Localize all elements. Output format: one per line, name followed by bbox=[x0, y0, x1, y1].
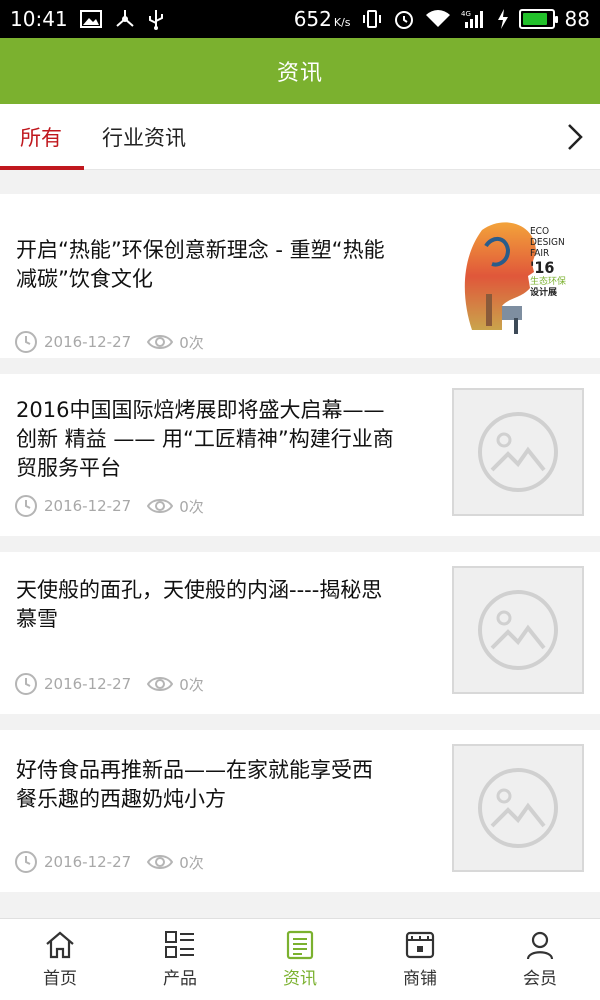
image-placeholder-icon bbox=[478, 590, 558, 670]
clock-icon bbox=[15, 851, 37, 873]
share-icon bbox=[114, 7, 136, 31]
image-placeholder-icon bbox=[478, 768, 558, 848]
network-speed-unit: K/s bbox=[333, 16, 351, 29]
article-title: 开启“热能”环保创意新理念 - 重塑“热能 减碳”饮食文化 bbox=[16, 238, 385, 291]
vibrate-icon bbox=[361, 7, 383, 31]
article-date: 2016-12-27 bbox=[44, 333, 132, 351]
app-header: 资讯 bbox=[0, 38, 600, 104]
article-views: 0次 bbox=[179, 675, 204, 694]
nav-member[interactable]: 会员 bbox=[480, 919, 600, 1000]
tab-all[interactable]: 所有 bbox=[0, 104, 84, 170]
user-icon bbox=[526, 931, 554, 960]
article-date: 2016-12-27 bbox=[44, 497, 132, 515]
article-title: 好侍食品再推新品——在家就能享受西 餐乐趣的西趣奶炖小方 bbox=[16, 758, 373, 811]
article-meta: 2016-12-27 0次 bbox=[14, 672, 204, 696]
article-meta: 2016-12-27 0次 bbox=[14, 494, 204, 518]
article-thumbnail bbox=[452, 566, 584, 694]
chevron-right-icon bbox=[568, 123, 583, 150]
battery-percent: 88 bbox=[564, 7, 590, 31]
eye-icon bbox=[147, 677, 174, 691]
category-tabs: 所有 行业资讯 bbox=[0, 104, 600, 170]
tabs-more-button[interactable] bbox=[550, 104, 600, 170]
status-time: 10:41 bbox=[10, 7, 68, 31]
article-views: 0次 bbox=[179, 497, 204, 516]
eye-icon bbox=[147, 855, 174, 869]
grid-list-icon bbox=[165, 931, 194, 958]
alarm-icon bbox=[393, 7, 415, 31]
bottom-nav: 首页 产品 资讯 商铺 会员 bbox=[0, 918, 600, 1000]
battery-icon bbox=[518, 9, 558, 29]
eye-icon bbox=[147, 499, 174, 513]
article-thumbnail: ECO DESIGN FAIR '16 生态环保 设计展 bbox=[452, 210, 584, 338]
nav-store[interactable]: 商铺 bbox=[360, 919, 480, 1000]
news-icon bbox=[286, 930, 314, 960]
wifi-icon bbox=[425, 7, 451, 31]
status-bar: 10:41 652 K/s 4G 88 bbox=[0, 0, 600, 38]
tab-industry-news[interactable]: 行业资讯 bbox=[84, 104, 204, 170]
signal-icon: 4G bbox=[461, 7, 487, 31]
article-thumbnail bbox=[452, 744, 584, 872]
article-item[interactable]: 好侍食品再推新品——在家就能享受西 餐乐趣的西趣奶炖小方 2016-12-27 … bbox=[0, 730, 600, 892]
clock-icon bbox=[15, 673, 37, 695]
image-icon bbox=[79, 7, 102, 31]
article-item[interactable]: 2016中国国际焙烤展即将盛大启幕—— 创新 精益 —— 用“工匠精神”构建行业… bbox=[0, 374, 600, 536]
article-item[interactable]: 天使般的面孔，天使般的内涵----揭秘思 慕雪 2016-12-27 0次 bbox=[0, 552, 600, 714]
article-title: 2016中国国际焙烤展即将盛大启幕—— 创新 精益 —— 用“工匠精神”构建行业… bbox=[16, 398, 394, 480]
clock-icon bbox=[15, 495, 37, 517]
nav-news[interactable]: 资讯 bbox=[240, 919, 360, 1000]
nav-label: 首页 bbox=[43, 969, 77, 989]
nav-home[interactable]: 首页 bbox=[0, 919, 120, 1000]
article-thumbnail bbox=[452, 388, 584, 516]
nav-label: 产品 bbox=[163, 969, 197, 989]
article-views: 0次 bbox=[179, 333, 204, 352]
network-speed: 652 bbox=[293, 7, 332, 31]
article-item[interactable]: 开启“热能”环保创意新理念 - 重塑“热能 减碳”饮食文化 2016-12-27… bbox=[0, 194, 600, 358]
poster-cn1: 生态环保 bbox=[530, 277, 567, 287]
poster-cn2: 设计展 bbox=[530, 288, 558, 298]
poster-design: DESIGN bbox=[530, 237, 565, 248]
article-date: 2016-12-27 bbox=[44, 853, 132, 871]
article-views: 0次 bbox=[179, 853, 204, 872]
article-meta: 2016-12-27 0次 bbox=[14, 330, 204, 354]
article-title: 天使般的面孔，天使般的内涵----揭秘思 慕雪 bbox=[16, 578, 383, 631]
page-title: 资讯 bbox=[276, 61, 323, 86]
charging-icon bbox=[497, 7, 509, 31]
nav-label: 商铺 bbox=[403, 969, 437, 989]
nav-products[interactable]: 产品 bbox=[120, 919, 240, 1000]
usb-icon bbox=[148, 7, 164, 31]
poster-year: '16 bbox=[530, 258, 555, 277]
eye-icon bbox=[147, 335, 174, 349]
nav-label: 会员 bbox=[523, 969, 557, 989]
poster-eco: ECO bbox=[530, 226, 550, 237]
home-icon bbox=[46, 931, 74, 959]
article-meta: 2016-12-27 0次 bbox=[14, 850, 204, 874]
tab-label: 行业资讯 bbox=[102, 125, 186, 150]
store-icon bbox=[405, 931, 435, 959]
clock-icon bbox=[15, 331, 37, 353]
article-date: 2016-12-27 bbox=[44, 675, 132, 693]
image-placeholder-icon bbox=[478, 412, 558, 492]
svg-text:4G: 4G bbox=[461, 10, 471, 18]
nav-label: 资讯 bbox=[283, 969, 317, 989]
tab-label: 所有 bbox=[20, 125, 62, 150]
